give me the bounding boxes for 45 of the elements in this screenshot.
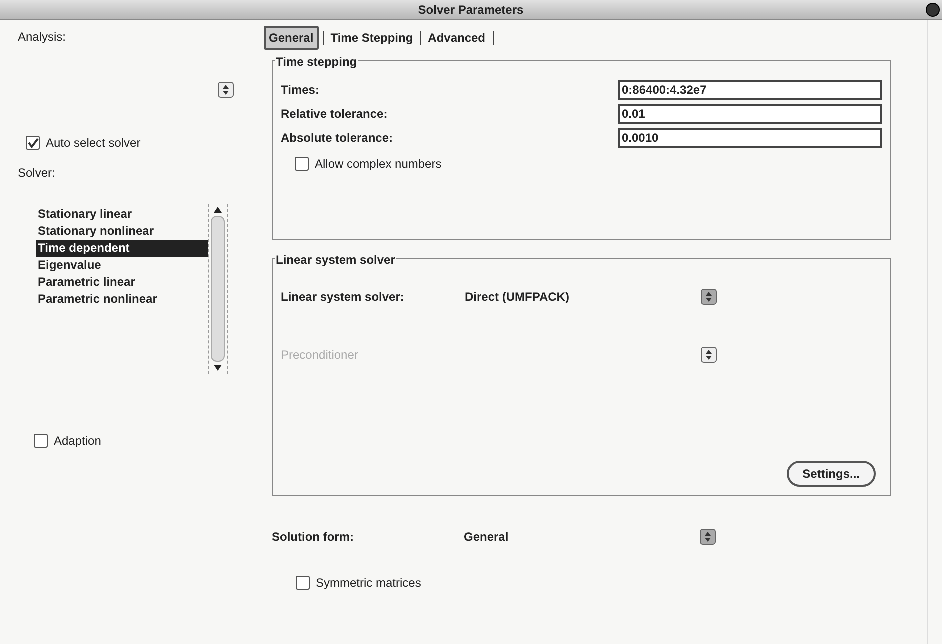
- up-down-arrows-icon: [704, 531, 712, 543]
- input-field[interactable]: 0.01: [618, 104, 882, 124]
- solver-list-item[interactable]: Parametric linear: [36, 274, 208, 291]
- dropdown-value: General: [464, 529, 510, 546]
- spinner-button[interactable]: [701, 289, 717, 305]
- tab[interactable]: Time Stepping: [328, 28, 416, 48]
- checkbox[interactable]: [296, 576, 310, 590]
- up-down-arrows-icon: [705, 349, 713, 361]
- field-label: Relative tolerance:: [281, 106, 388, 123]
- check-icon: [28, 138, 38, 148]
- window-control-icon[interactable]: [926, 3, 940, 17]
- checkbox-label: Allow complex numbers: [315, 156, 442, 173]
- solver-list-item[interactable]: Parametric nonlinear: [36, 291, 208, 308]
- dropdown-value: Direct (UMFPACK): [465, 289, 570, 306]
- spinner-button[interactable]: [700, 529, 716, 545]
- solver-list-item[interactable]: Eigenvalue: [36, 257, 208, 274]
- analysis-label: Analysis:: [18, 29, 68, 46]
- solver-list-item[interactable]: Time dependent: [36, 240, 208, 257]
- checkbox-label: Adaption: [54, 433, 102, 450]
- down-arrow-icon: [214, 365, 222, 371]
- field-label: Linear system solver:: [281, 289, 406, 306]
- window-title: Solver Parameters: [418, 2, 524, 18]
- up-down-arrows-icon: [222, 84, 230, 96]
- up-arrow-icon: [214, 207, 222, 213]
- checkbox[interactable]: [295, 157, 309, 171]
- up-down-arrows-icon: [705, 291, 713, 303]
- solver-label: Solver:: [18, 165, 56, 182]
- spinner-button[interactable]: [218, 82, 234, 98]
- solver-list-item[interactable]: Stationary nonlinear: [36, 223, 208, 240]
- input-field[interactable]: 0:86400:4.32e7: [618, 80, 882, 100]
- checkbox-label: Auto select solver: [46, 135, 141, 152]
- scrollbar[interactable]: [208, 204, 228, 374]
- field-label: Absolute tolerance:: [281, 130, 394, 147]
- checkbox[interactable]: [34, 434, 48, 448]
- field-label: Times:: [281, 82, 320, 99]
- field-label: Solution form:: [272, 529, 355, 546]
- solver-list-item[interactable]: Stationary linear: [36, 206, 208, 223]
- checkbox-label: Symmetric matrices: [316, 575, 422, 592]
- field-label: Preconditioner: [281, 347, 360, 364]
- settings-button[interactable]: Settings...: [786, 461, 876, 487]
- checkbox[interactable]: [26, 136, 40, 150]
- tab[interactable]: General: [264, 26, 319, 50]
- tab[interactable]: Advanced: [425, 28, 489, 48]
- input-field[interactable]: 0.0010: [618, 128, 882, 148]
- spinner-button[interactable]: [701, 347, 717, 363]
